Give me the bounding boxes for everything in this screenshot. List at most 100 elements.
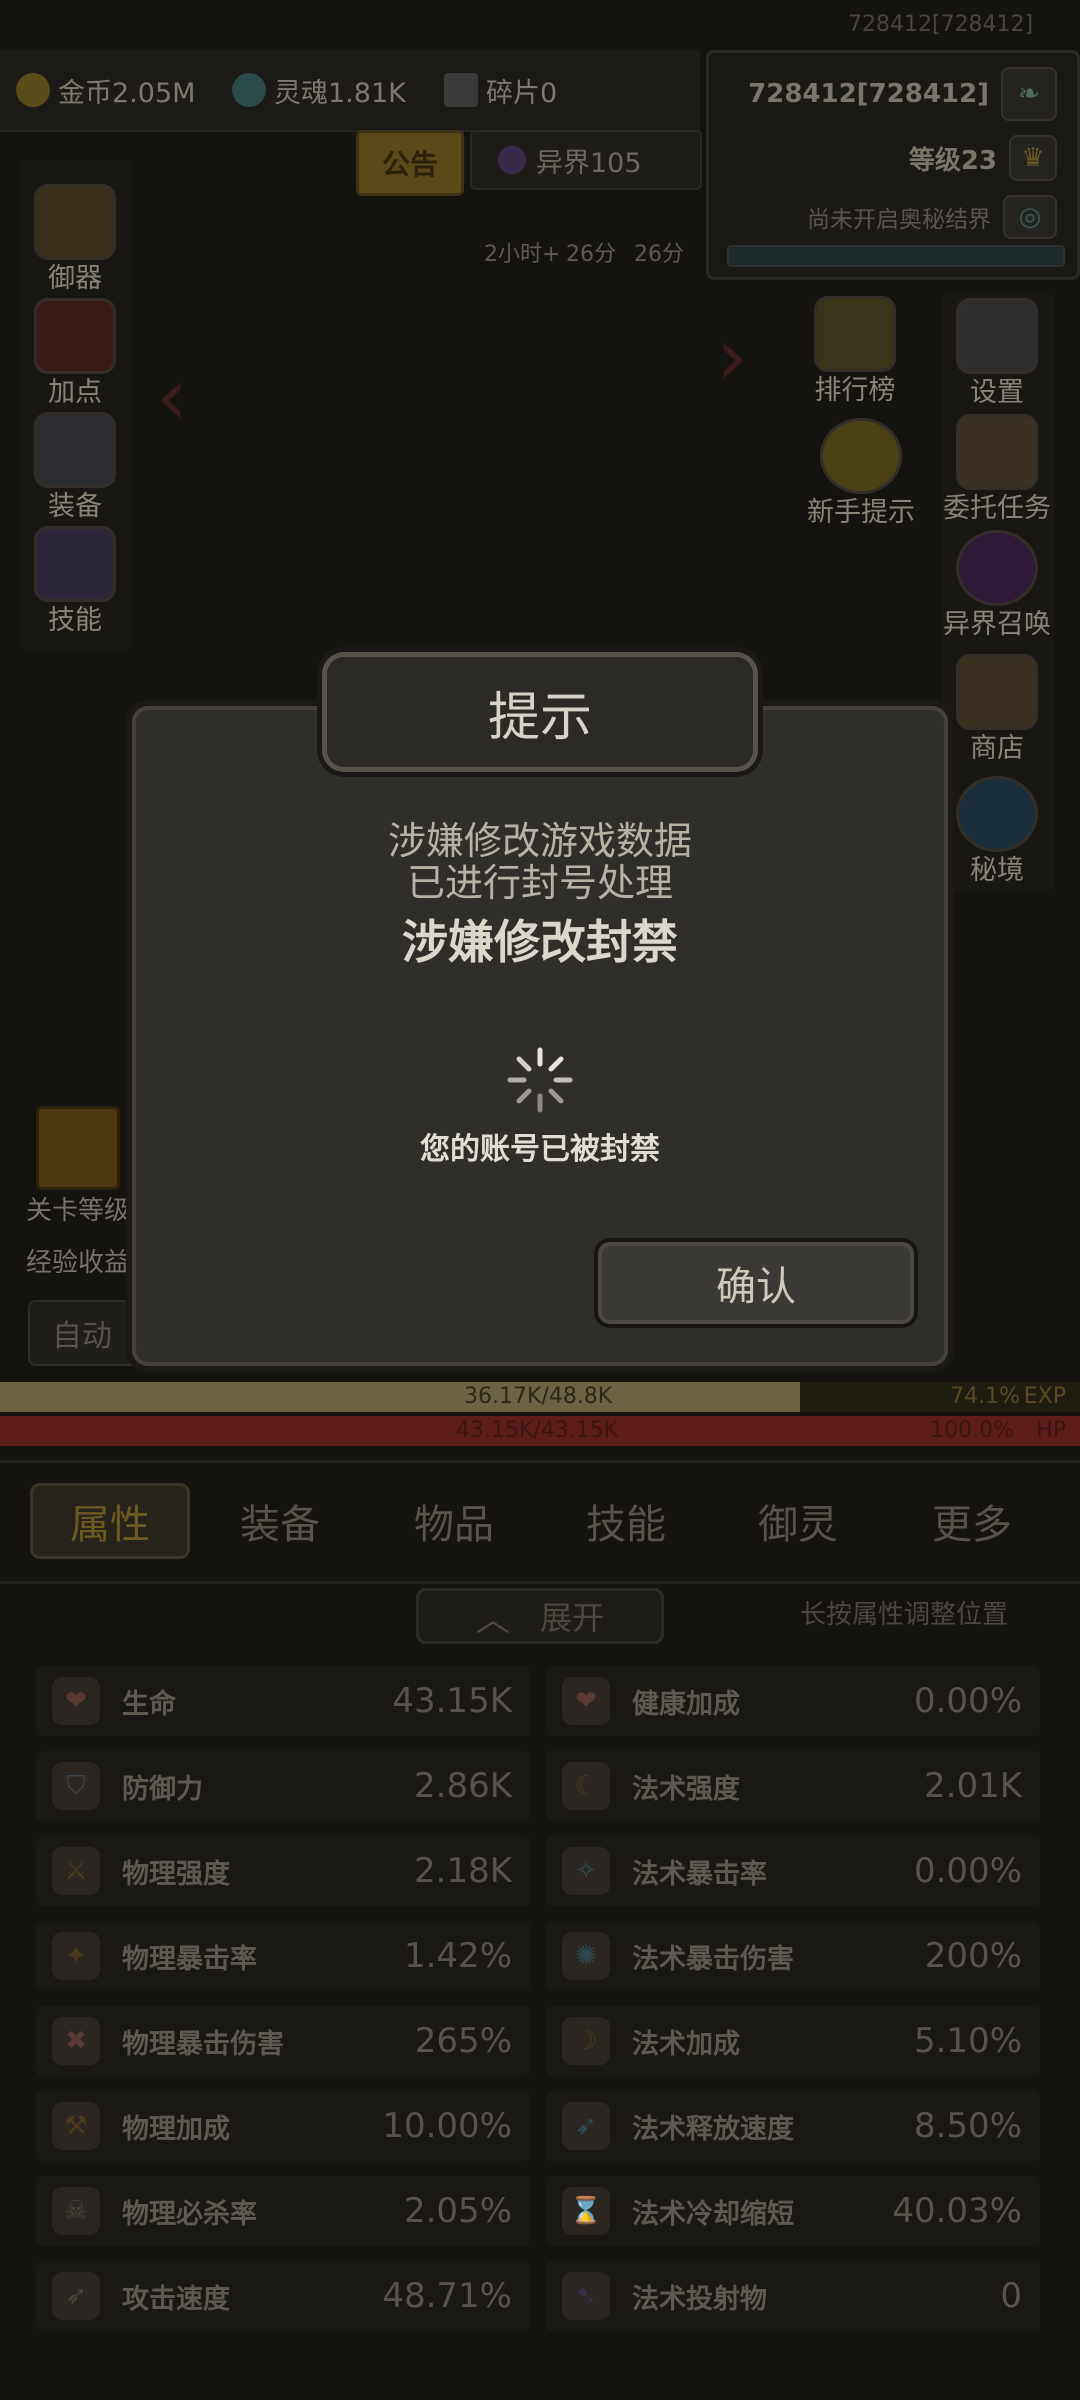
tab-skills[interactable]: 技能 bbox=[546, 1483, 706, 1559]
tab-equipment[interactable]: 装备 bbox=[200, 1483, 360, 1559]
stat-name: 物理暴击率 bbox=[122, 1943, 257, 1975]
player-info-panel[interactable]: 728412[728412] ❧ 等级23 ♛ 尚未开启奥秘结界 ◎ bbox=[706, 50, 1080, 280]
menu-item-leaderboard[interactable]: 排行榜 bbox=[800, 296, 910, 407]
shop-bag-icon bbox=[956, 654, 1038, 730]
stat-row[interactable]: ⚒ 物理加成 10.00% bbox=[36, 2091, 530, 2161]
bottom-tabs: 属性 装备 物品 技能 御灵 更多 bbox=[0, 1460, 1080, 1584]
treasure-icon bbox=[34, 184, 116, 260]
other-world-button[interactable]: 异界105 bbox=[470, 130, 702, 190]
stat-value: 43.15K bbox=[392, 1681, 512, 1721]
stat-row[interactable]: ❤ 健康加成 0.00% bbox=[546, 1666, 1040, 1736]
menu-item-secret-realm[interactable]: 秘境 bbox=[942, 776, 1052, 887]
stat-name: 物理强度 bbox=[122, 1858, 230, 1890]
stat-row[interactable]: ✖ 物理暴击伤害 265% bbox=[36, 2006, 530, 2076]
menu-label: 御器 bbox=[48, 263, 102, 294]
stat-row[interactable]: ➹ 法术释放速度 8.50% bbox=[546, 2091, 1040, 2161]
timer-2: 26分 bbox=[566, 242, 616, 267]
stat-row[interactable]: ➷ 法术投射物 0 bbox=[546, 2261, 1040, 2331]
menu-item-beginner-tips[interactable]: 新手提示 bbox=[806, 418, 916, 529]
stat-value: 48.71% bbox=[382, 2276, 512, 2316]
stat-value: 8.50% bbox=[913, 2106, 1022, 2146]
stat-row[interactable]: ❤ 生命 43.15K bbox=[36, 1666, 530, 1736]
stage-level-label: 关卡等级 bbox=[26, 1196, 131, 1226]
right-menu: 设置 委托任务 异界召唤 商店 秘境 bbox=[942, 292, 1054, 892]
menu-label: 装备 bbox=[48, 491, 102, 522]
physical-bonus-icon: ⚒ bbox=[52, 2102, 100, 2150]
stat-row[interactable]: ⌛ 法术冷却缩短 40.03% bbox=[546, 2176, 1040, 2246]
realm-status: 尚未开启奥秘结界 bbox=[807, 207, 991, 233]
stat-name: 法术释放速度 bbox=[632, 2113, 794, 2145]
stat-value: 200% bbox=[924, 1936, 1022, 1976]
exp-text: 36.17K/48.8K bbox=[464, 1384, 613, 1409]
portal-icon bbox=[498, 146, 526, 174]
menu-item-commission[interactable]: 委托任务 bbox=[942, 414, 1052, 525]
menu-item-equipment[interactable]: 装备 bbox=[20, 412, 130, 523]
stat-value: 5.10% bbox=[913, 2021, 1022, 2061]
spell-crit-damage-icon: ✺ bbox=[562, 1932, 610, 1980]
cast-speed-icon: ➹ bbox=[562, 2102, 610, 2150]
tab-items[interactable]: 物品 bbox=[374, 1483, 534, 1559]
menu-label: 秘境 bbox=[970, 855, 1024, 886]
menu-item-add-points[interactable]: 加点 bbox=[20, 298, 130, 409]
next-arrow-icon[interactable]: › bbox=[716, 310, 748, 403]
stat-name: 法术加成 bbox=[632, 2028, 740, 2060]
trophy-icon bbox=[814, 296, 896, 372]
summon-portal-icon bbox=[956, 530, 1038, 606]
stat-value: 2.86K bbox=[414, 1766, 512, 1806]
dialog-headline: 涉嫌修改封禁 bbox=[402, 915, 678, 969]
tab-attributes[interactable]: 属性 bbox=[30, 1483, 190, 1559]
stat-row[interactable]: ☽ 法术加成 5.10% bbox=[546, 2006, 1040, 2076]
projectile-icon: ➷ bbox=[562, 2272, 610, 2320]
menu-item-settings[interactable]: 设置 bbox=[942, 298, 1052, 409]
gold-value: 金币2.05M bbox=[58, 77, 196, 109]
prev-arrow-icon[interactable]: ‹ bbox=[156, 350, 188, 443]
hp-percent: 100.0% bbox=[930, 1418, 1014, 1443]
lightbulb-icon bbox=[820, 418, 902, 494]
long-press-hint: 长按属性调整位置 bbox=[800, 1600, 1009, 1630]
notice-button[interactable]: 公告 bbox=[356, 130, 464, 196]
stat-value: 1.42% bbox=[403, 1936, 512, 1976]
menu-item-shop[interactable]: 商店 bbox=[942, 654, 1052, 765]
menu-label: 委托任务 bbox=[943, 493, 1051, 524]
exp-gain-label: 经验收益 bbox=[26, 1248, 131, 1278]
crit-rate-icon: ✦ bbox=[52, 1932, 100, 1980]
hp-text: 43.15K/43.15K bbox=[456, 1418, 619, 1443]
stat-value: 2.05% bbox=[403, 2191, 512, 2231]
confirm-button[interactable]: 确认 bbox=[598, 1242, 914, 1324]
menu-label: 加点 bbox=[48, 377, 102, 408]
realm-progress-bar bbox=[727, 245, 1065, 267]
exp-label: EXP bbox=[1023, 1384, 1066, 1409]
stat-row[interactable]: ☠ 物理必杀率 2.05% bbox=[36, 2176, 530, 2246]
attack-speed-icon: ➶ bbox=[52, 2272, 100, 2320]
stat-name: 法术投射物 bbox=[632, 2283, 767, 2315]
feather-icon[interactable]: ❧ bbox=[1001, 67, 1057, 121]
menu-label: 排行榜 bbox=[814, 375, 896, 406]
stat-value: 40.03% bbox=[892, 2191, 1022, 2231]
menu-item-skills[interactable]: 技能 bbox=[20, 526, 130, 637]
stat-row[interactable]: ✦ 物理暴击率 1.42% bbox=[36, 1921, 530, 1991]
stat-row[interactable]: ⛉ 防御力 2.86K bbox=[36, 1751, 530, 1821]
tab-spirits[interactable]: 御灵 bbox=[718, 1483, 878, 1559]
stat-value: 265% bbox=[414, 2021, 512, 2061]
sword-strength-icon: ⚔ bbox=[52, 1847, 100, 1895]
hp-label: HP bbox=[1036, 1418, 1066, 1443]
spell-crit-rate-icon: ✧ bbox=[562, 1847, 610, 1895]
stat-row[interactable]: ☾ 法术强度 2.01K bbox=[546, 1751, 1040, 1821]
vortex-icon[interactable]: ◎ bbox=[1003, 195, 1057, 239]
stat-name: 法术冷却缩短 bbox=[632, 2198, 794, 2230]
dialog-message-line-2: 已进行封号处理 bbox=[406, 861, 673, 905]
stat-name: 攻击速度 bbox=[122, 2283, 230, 2315]
stat-value: 10.00% bbox=[382, 2106, 512, 2146]
stat-row[interactable]: ✧ 法术暴击率 0.00% bbox=[546, 1836, 1040, 1906]
expand-button[interactable]: ︿ 展开 bbox=[416, 1588, 664, 1644]
tab-more[interactable]: 更多 bbox=[892, 1483, 1052, 1559]
stat-value: 2.01K bbox=[924, 1766, 1022, 1806]
menu-item-summon[interactable]: 异界召唤 bbox=[942, 530, 1052, 641]
player-level: 等级23 bbox=[908, 145, 997, 176]
stat-row[interactable]: ➶ 攻击速度 48.71% bbox=[36, 2261, 530, 2331]
stat-row[interactable]: ⚔ 物理强度 2.18K bbox=[36, 1836, 530, 1906]
chevron-up-icon: ︿ bbox=[475, 1599, 510, 1640]
stat-row[interactable]: ✺ 法术暴击伤害 200% bbox=[546, 1921, 1040, 1991]
menu-item-royal-gear[interactable]: 御器 bbox=[20, 184, 130, 295]
sword-icon[interactable] bbox=[36, 1106, 120, 1190]
